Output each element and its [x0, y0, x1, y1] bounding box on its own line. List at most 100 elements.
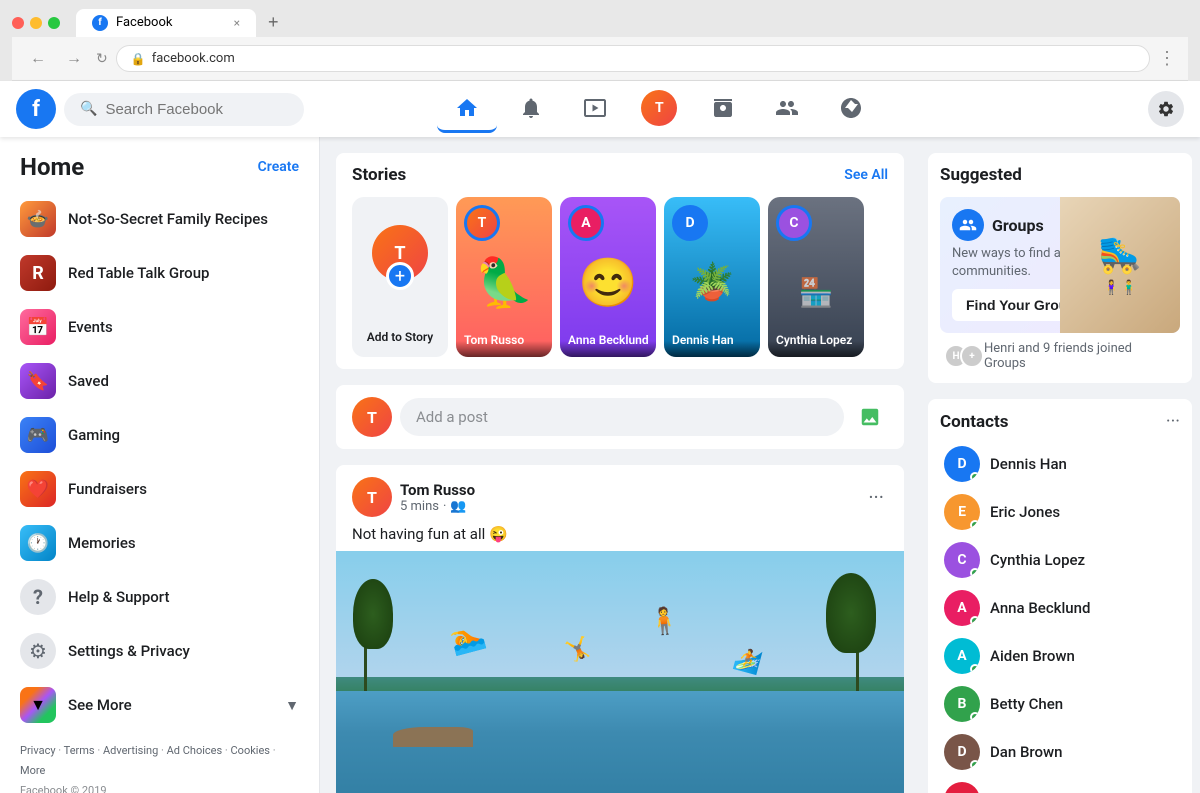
sidebar-item-help[interactable]: ? Help & Support	[8, 571, 311, 623]
see-more-icon: ▼	[20, 687, 56, 723]
red-table-icon: R	[20, 255, 56, 291]
sidebar-item-label-memories: Memories	[68, 534, 136, 552]
online-indicator	[970, 616, 980, 626]
create-button[interactable]: Create	[258, 159, 299, 175]
ad-choices-link[interactable]: Ad Choices	[167, 744, 223, 757]
sidebar-item-label-see-more: See More	[68, 696, 132, 714]
left-sidebar: Home Create 🍲 Not-So-Secret Family Recip…	[0, 137, 320, 793]
browser-chrome: f Facebook × + ← → ↻ 🔒 facebook.com ⋮	[0, 0, 1200, 81]
story-avatar-anna: A	[568, 205, 604, 241]
settings-button[interactable]	[1148, 91, 1184, 127]
new-tab-button[interactable]: +	[260, 8, 287, 37]
nav-item-groups[interactable]	[757, 85, 817, 133]
cookies-link[interactable]: Cookies	[231, 744, 270, 757]
post-header: T Tom Russo 5 mins · 👥 ···	[336, 477, 904, 517]
story-card-dennis[interactable]: D Dennis Han 🪴	[664, 197, 760, 357]
post-more-button[interactable]: ···	[864, 481, 888, 513]
contact-item-henri-cook[interactable]: H Henri Cook	[940, 776, 1180, 793]
browser-nav-bar: ← → ↻ 🔒 facebook.com ⋮	[12, 37, 1188, 81]
close-dot[interactable]	[12, 17, 24, 29]
privacy-link[interactable]: Privacy	[20, 744, 56, 757]
stories-title: Stories	[352, 165, 406, 185]
search-bar[interactable]: 🔍	[64, 93, 304, 126]
online-indicator	[970, 760, 980, 770]
add-story-icon: +	[386, 262, 414, 290]
contacts-more-button[interactable]: ···	[1166, 411, 1180, 432]
contact-name-dan-brown: Dan Brown	[990, 743, 1063, 761]
contact-avatar-dennis-han: D	[944, 446, 980, 482]
nav-item-marketplace[interactable]	[693, 85, 753, 133]
nav-item-notifications[interactable]	[501, 85, 561, 133]
nav-item-home[interactable]	[437, 85, 497, 133]
contacts-header: Contacts ···	[940, 411, 1180, 432]
contact-item-eric-jones[interactable]: E Eric Jones	[940, 488, 1180, 536]
sidebar-item-memories[interactable]: 🕐 Memories	[8, 517, 311, 569]
contact-avatar-henri-cook: H	[944, 782, 980, 793]
home-icon	[455, 96, 479, 120]
nav-item-profile[interactable]: T	[629, 85, 689, 133]
contact-name-anna-becklund: Anna Becklund	[990, 599, 1090, 617]
main-content: Home Create 🍲 Not-So-Secret Family Recip…	[0, 137, 1200, 793]
post-author-info: Tom Russo 5 mins · 👥	[400, 481, 864, 514]
sidebar-item-red-table[interactable]: R Red Table Talk Group	[8, 247, 311, 299]
contact-item-betty-chen[interactable]: B Betty Chen	[940, 680, 1180, 728]
contact-name-dennis-han: Dennis Han	[990, 455, 1067, 473]
contact-item-aiden-brown[interactable]: A Aiden Brown	[940, 632, 1180, 680]
terms-link[interactable]: Terms	[64, 744, 95, 757]
add-photo-button[interactable]	[852, 399, 888, 435]
forward-button[interactable]: →	[60, 48, 88, 70]
news-feed: Stories See All T + Add to Story T	[320, 137, 920, 793]
recipes-icon: 🍲	[20, 201, 56, 237]
maximize-dot[interactable]	[48, 17, 60, 29]
copyright: Facebook © 2019	[20, 781, 299, 793]
search-input[interactable]	[105, 101, 288, 118]
see-all-stories-button[interactable]: See All	[844, 167, 888, 183]
browser-menu-button[interactable]: ⋮	[1158, 48, 1176, 69]
groups-card-image: 🛼 🧍‍♀️🧍‍♂️	[1060, 197, 1180, 333]
back-button[interactable]: ←	[24, 48, 52, 70]
url-text: facebook.com	[152, 51, 235, 66]
contact-name-cynthia-lopez: Cynthia Lopez	[990, 551, 1085, 569]
post-audience-icon: 👥	[450, 499, 466, 514]
sidebar-item-saved[interactable]: 🔖 Saved	[8, 355, 311, 407]
marketplace-icon	[711, 96, 735, 120]
minimize-dot[interactable]	[30, 17, 42, 29]
contact-item-dan-brown[interactable]: D Dan Brown	[940, 728, 1180, 776]
post-meta: 5 mins · 👥	[400, 499, 864, 514]
sidebar-item-gaming[interactable]: 🎮 Gaming	[8, 409, 311, 461]
add-story-card[interactable]: T + Add to Story	[352, 197, 448, 357]
sidebar-item-events[interactable]: 📅 Events	[8, 301, 311, 353]
sidebar-item-recipes[interactable]: 🍲 Not-So-Secret Family Recipes	[8, 193, 311, 245]
gaming-icon: 🎮	[20, 417, 56, 453]
story-card-cynthia[interactable]: C Cynthia Lopez 🏪	[768, 197, 864, 357]
post-input[interactable]: Add a post	[400, 398, 844, 436]
sidebar-item-settings[interactable]: ⚙ Settings & Privacy	[8, 625, 311, 677]
refresh-button[interactable]: ↻	[96, 50, 108, 67]
advertising-link[interactable]: Advertising	[103, 744, 158, 757]
nav-item-messenger[interactable]	[821, 85, 881, 133]
sidebar-item-label-saved: Saved	[68, 372, 109, 390]
contact-name-eric-jones: Eric Jones	[990, 503, 1060, 521]
online-indicator	[970, 472, 980, 482]
sidebar-item-see-more[interactable]: ▼ See More ▼	[8, 679, 311, 731]
story-card-anna[interactable]: A Anna Becklund 😊	[560, 197, 656, 357]
address-bar[interactable]: 🔒 facebook.com	[116, 45, 1150, 72]
story-card-tom[interactable]: T Tom Russo 🦜	[456, 197, 552, 357]
post-author-avatar: T	[352, 477, 392, 517]
stories-header: Stories See All	[352, 165, 888, 185]
contact-avatar-dan-brown: D	[944, 734, 980, 770]
sidebar-item-label-help: Help & Support	[68, 588, 169, 606]
contact-item-anna-becklund[interactable]: A Anna Becklund	[940, 584, 1180, 632]
more-link[interactable]: More	[20, 764, 45, 777]
contact-item-cynthia-lopez[interactable]: C Cynthia Lopez	[940, 536, 1180, 584]
story-name-dennis: Dennis Han	[672, 333, 756, 349]
memories-icon: 🕐	[20, 525, 56, 561]
nav-item-watch[interactable]	[565, 85, 625, 133]
post-author-name[interactable]: Tom Russo	[400, 481, 864, 499]
tab-close-icon[interactable]: ×	[234, 16, 240, 30]
browser-tab[interactable]: f Facebook ×	[76, 9, 256, 37]
contact-avatar-betty-chen: B	[944, 686, 980, 722]
facebook-logo[interactable]: f	[16, 89, 56, 129]
contact-item-dennis-han[interactable]: D Dennis Han	[940, 440, 1180, 488]
sidebar-item-fundraisers[interactable]: ❤️ Fundraisers	[8, 463, 311, 515]
